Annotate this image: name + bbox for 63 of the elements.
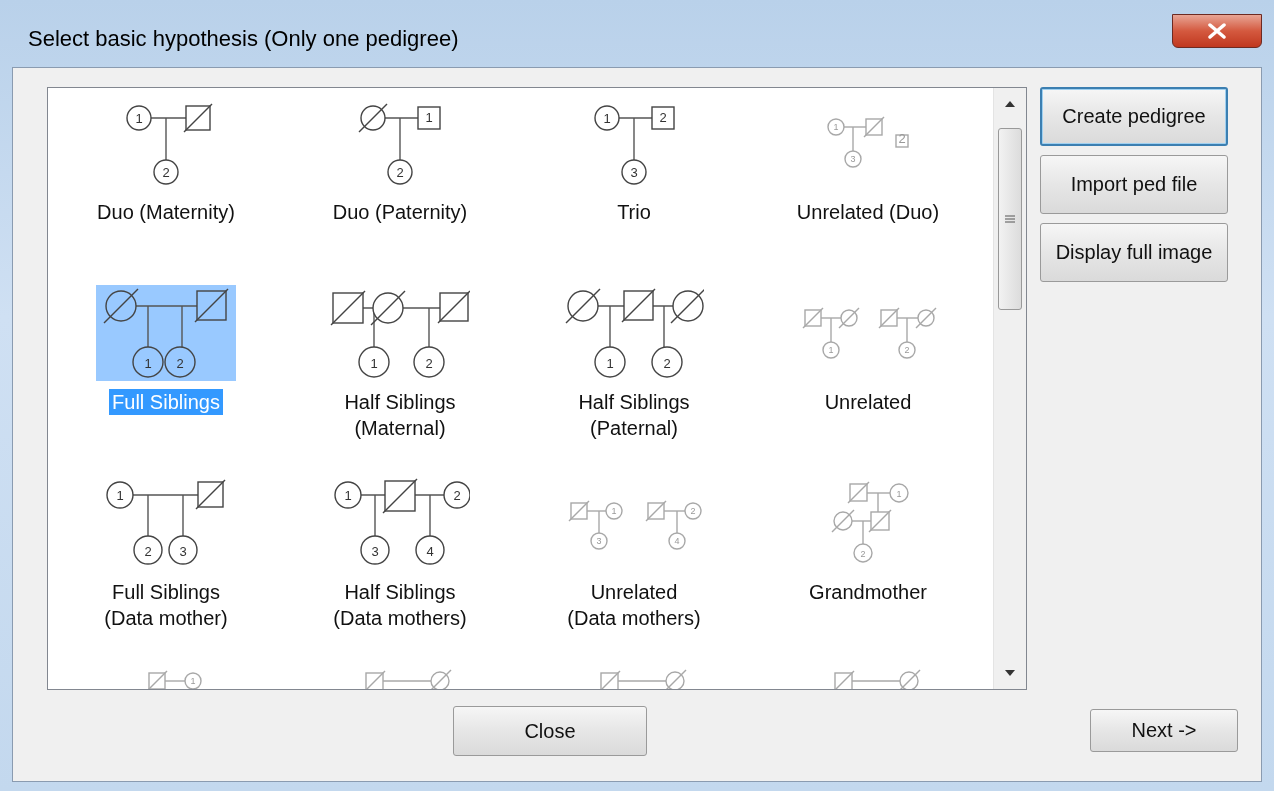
member-number: 1: [116, 488, 124, 504]
member-number: 2: [162, 164, 170, 180]
member-number: 2: [690, 506, 696, 517]
member-number: 2: [144, 543, 152, 559]
member-number: 3: [179, 543, 187, 559]
member-number: 1: [828, 345, 834, 356]
side-button[interactable]: Display full image: [1040, 223, 1228, 282]
member-number: 3: [596, 536, 602, 547]
scrollbar[interactable]: [993, 88, 1026, 689]
scroll-thumb[interactable]: [998, 128, 1022, 310]
pedigree-drawing[interactable]: 1 2 3: [96, 475, 236, 571]
pedigree-drawing[interactable]: 1 2: [330, 285, 470, 381]
up-arrow-icon[interactable]: [1004, 100, 1016, 108]
member-number: 3: [630, 164, 638, 180]
member-number: 1: [611, 506, 617, 517]
pedigree-drawing[interactable]: 1 2: [330, 95, 470, 191]
pedigree-drawing[interactable]: 1 2 3 4: [330, 475, 470, 571]
hypothesis-label[interactable]: Half Siblings (Paternal): [575, 389, 693, 441]
member-number: 1: [606, 356, 614, 371]
member-number: 2: [663, 356, 671, 371]
member-number: 1: [896, 488, 902, 499]
member-number: 2: [396, 164, 404, 180]
pedigree-drawing[interactable]: 1 2: [96, 95, 236, 191]
member-number: 2: [659, 110, 667, 126]
window-title: Select basic hypothesis (Only one pedigree): [28, 26, 459, 52]
pedigree-drawing[interactable]: 1 2: [564, 285, 704, 381]
member-number: 3: [850, 154, 856, 165]
next-button[interactable]: Next ->: [1090, 709, 1238, 752]
side-button[interactable]: Create pedigree: [1040, 87, 1228, 146]
hypothesis-label[interactable]: Unrelated: [821, 389, 915, 415]
close-icon: [1207, 23, 1227, 39]
member-number: 1: [144, 356, 152, 371]
down-arrow-icon[interactable]: [1004, 669, 1016, 677]
member-number: 4: [426, 543, 434, 559]
member-number: 1: [344, 488, 352, 504]
member-number: 2: [176, 356, 184, 371]
member-number: 1: [135, 110, 143, 126]
member-number: 2: [860, 548, 866, 559]
hypothesis-label[interactable]: Grandmother: [806, 579, 930, 605]
member-number: 1: [190, 676, 196, 687]
hypothesis-label[interactable]: Trio: [614, 199, 654, 225]
hypothesis-label[interactable]: Half Siblings (Data mothers): [330, 579, 470, 631]
close-button[interactable]: [1172, 14, 1262, 48]
member-number: 1: [603, 110, 611, 126]
hypothesis-label[interactable]: Full Siblings (Data mother): [101, 579, 231, 631]
hypothesis-label[interactable]: Half Siblings (Maternal): [341, 389, 459, 441]
member-number: 1: [425, 110, 433, 126]
close-dialog-button[interactable]: Close: [453, 706, 647, 756]
member-number: 2: [898, 131, 906, 147]
member-number: 1: [833, 122, 839, 133]
hypothesis-label[interactable]: Duo (Paternity): [329, 199, 471, 225]
hypothesis-label[interactable]: Duo (Maternity): [94, 199, 238, 225]
member-number: 4: [674, 536, 680, 547]
pedigree-drawing[interactable]: 1 2 3: [564, 95, 704, 191]
member-number: 1: [370, 356, 378, 371]
member-number: 2: [904, 345, 910, 356]
member-number: 2: [425, 356, 433, 371]
side-button[interactable]: Import ped file: [1040, 155, 1228, 214]
hypothesis-label[interactable]: Unrelated (Data mothers): [564, 579, 704, 631]
pedigree-drawing[interactable]: 1 2: [96, 285, 236, 381]
member-number: 2: [453, 488, 461, 504]
hypothesis-label[interactable]: Unrelated (Duo): [793, 199, 943, 225]
member-number: 3: [371, 543, 379, 559]
